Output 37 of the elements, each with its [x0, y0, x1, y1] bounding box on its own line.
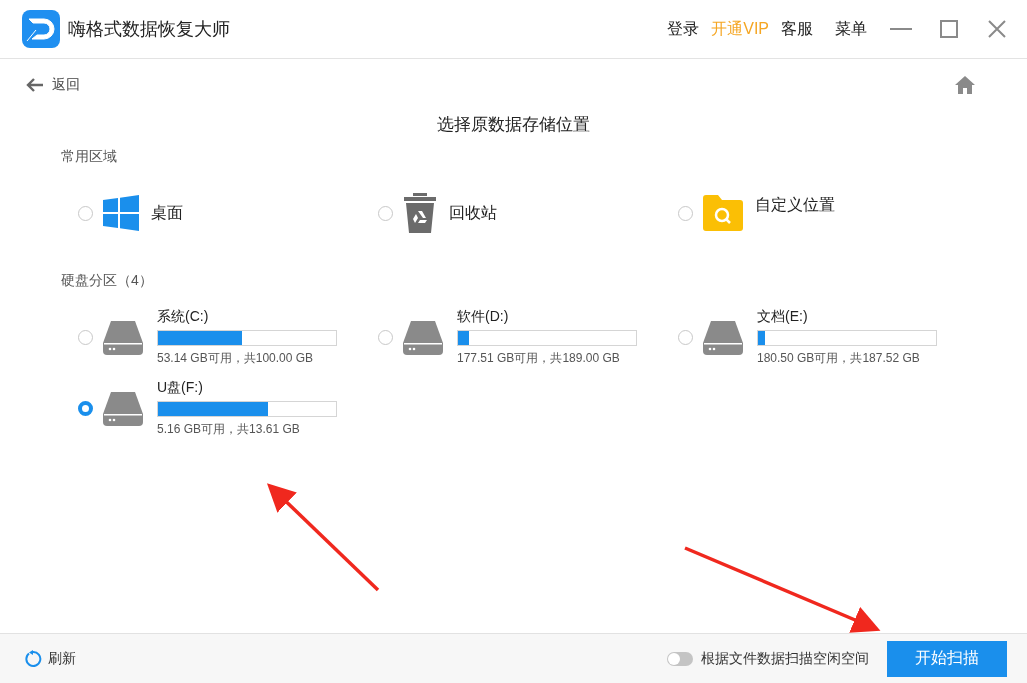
section-label: 硬盘分区（4） — [61, 272, 154, 290]
radio-button[interactable] — [78, 401, 93, 416]
minimize-icon — [890, 28, 912, 30]
arrow-left-icon — [26, 78, 44, 92]
drive-name: U盘(F:) — [157, 379, 204, 397]
menu-link[interactable]: 客服 — [775, 18, 819, 40]
back-button[interactable]: 返回 — [26, 76, 80, 94]
folder-search-icon — [703, 195, 743, 231]
windows-icon — [103, 195, 139, 231]
menu-link[interactable]: 登录 — [661, 18, 706, 40]
home-icon[interactable] — [955, 76, 975, 94]
drive-space-text: 53.14 GB可用，共100.00 GB — [157, 350, 315, 367]
refresh-button[interactable]: 刷新 — [24, 649, 76, 668]
drive-name: 文档(E:) — [757, 308, 809, 326]
maximize-icon — [940, 20, 958, 38]
section-label: 常用区域 — [61, 148, 118, 166]
toggle-switch[interactable] — [667, 651, 693, 666]
drive-space-text: 5.16 GB可用，共13.61 GB — [157, 421, 301, 438]
location-label: 桌面 — [151, 202, 183, 223]
hard-drive-icon — [403, 320, 443, 355]
hard-drive-icon — [103, 320, 143, 355]
drive-space-text: 177.51 GB可用，共189.00 GB — [457, 350, 621, 367]
trash-can-icon — [403, 193, 437, 233]
drive-space-text: 180.50 GB可用，共187.52 GB — [757, 350, 921, 367]
location-label: 回收站 — [449, 202, 497, 223]
drive-name: 系统(C:) — [157, 308, 210, 326]
close-icon — [988, 20, 1006, 38]
hard-drive-icon — [103, 391, 143, 426]
window-title: 嗨格式数据恢复大师 — [68, 18, 230, 41]
refresh-icon — [24, 649, 42, 668]
menu-link[interactable]: 菜单 — [829, 18, 873, 40]
toggle-label: 根据文件数据扫描空闲空间 — [701, 649, 869, 668]
location-label: 自定义位置 — [755, 195, 835, 215]
hard-drive-icon — [703, 320, 743, 355]
page-heading: 选择原数据存储位置 — [436, 114, 591, 136]
drive-name: 软件(D:) — [457, 308, 510, 326]
app-logo — [22, 10, 60, 48]
